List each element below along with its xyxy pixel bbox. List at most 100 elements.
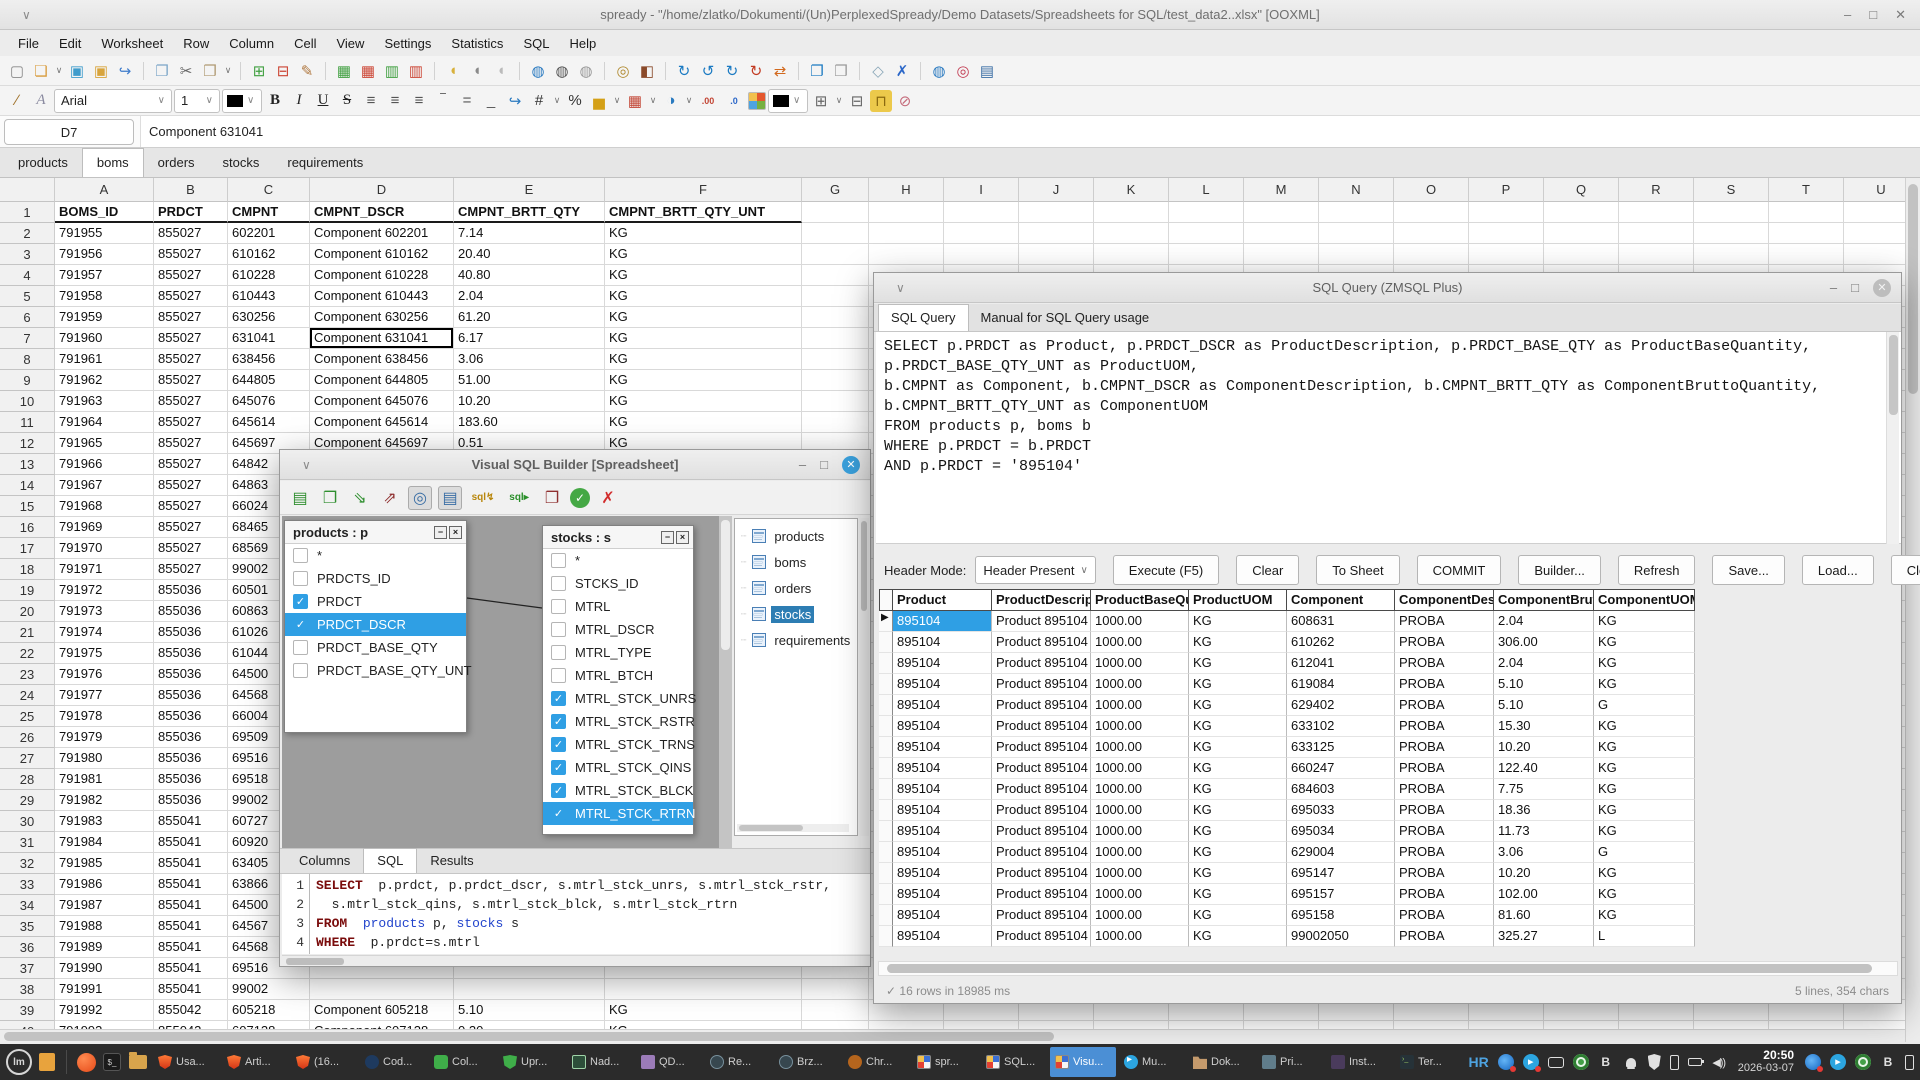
cell-C7[interactable]: 631041 (228, 328, 310, 349)
row-header-35[interactable]: 35 (0, 916, 55, 937)
cell-G8[interactable] (802, 349, 869, 370)
taskbar-window-Cod[interactable]: Cod... (360, 1047, 426, 1077)
cell-B33[interactable]: 855041 (154, 874, 228, 895)
duplicate-icon[interactable]: ❐ (806, 60, 828, 82)
row-header-12[interactable]: 12 (0, 433, 55, 454)
result-cell[interactable]: KG (1189, 842, 1287, 863)
result-cell[interactable]: 1000.00 (1091, 674, 1189, 695)
cell-B12[interactable]: 855027 (154, 433, 228, 454)
result-cell[interactable]: 1000.00 (1091, 800, 1189, 821)
import-table-icon[interactable]: ⇘ (348, 486, 372, 510)
shield-icon[interactable] (1648, 1054, 1661, 1070)
cell-E38[interactable] (454, 979, 605, 1000)
result-col-header[interactable]: ProductDescription (992, 589, 1091, 611)
cell-A36[interactable]: 791989 (55, 937, 154, 958)
cell-A29[interactable]: 791982 (55, 790, 154, 811)
result-cell[interactable]: 895104 (893, 863, 992, 884)
menu-edit[interactable]: Edit (49, 33, 91, 54)
vsb-code-scrollbar[interactable] (282, 955, 870, 966)
result-col-header[interactable]: ProductBaseQuantity (1091, 589, 1189, 611)
result-cell[interactable]: Product 895104 (992, 884, 1091, 905)
cell-O1[interactable] (1394, 202, 1469, 223)
cell-B38[interactable]: 855041 (154, 979, 228, 1000)
row-header-34[interactable]: 34 (0, 895, 55, 916)
cell-C2[interactable]: 602201 (228, 223, 310, 244)
tree-item-boms[interactable]: ┈boms (735, 549, 857, 575)
button-execute-f5-[interactable]: Execute (F5) (1113, 555, 1219, 585)
row-header-26[interactable]: 26 (0, 727, 55, 748)
col-header-S[interactable]: S (1694, 178, 1769, 202)
vsb-canvas-scrollbar[interactable] (719, 516, 732, 848)
taskbar-window-Nad[interactable]: Nad... (567, 1047, 633, 1077)
cell-A6[interactable]: 791959 (55, 307, 154, 328)
field-row-[interactable]: * (543, 549, 693, 572)
new-file-icon[interactable]: ▢ (6, 60, 28, 82)
cell-F1[interactable]: CMPNT_BRTT_QTY_UNT (605, 202, 802, 223)
cell-A34[interactable]: 791987 (55, 895, 154, 916)
cell-H1[interactable] (869, 202, 944, 223)
row-header-29[interactable]: 29 (0, 790, 55, 811)
cell-H3[interactable] (869, 244, 944, 265)
cell-B28[interactable]: 855036 (154, 769, 228, 790)
result-cell[interactable]: 1000.00 (1091, 737, 1189, 758)
row-header-33[interactable]: 33 (0, 874, 55, 895)
cell-F7[interactable]: KG (605, 328, 802, 349)
valign-middle-icon[interactable]: = (456, 90, 478, 112)
cell-A32[interactable]: 791985 (55, 853, 154, 874)
export-table-icon[interactable]: ⇗ (378, 486, 402, 510)
result-cell[interactable]: 610262 (1287, 632, 1395, 653)
result-cell[interactable]: KG (1594, 779, 1695, 800)
menu-cell[interactable]: Cell (284, 33, 326, 54)
keyboard-layout-indicator[interactable]: HR (1468, 1054, 1488, 1070)
menu-help[interactable]: Help (559, 33, 606, 54)
cell-P3[interactable] (1469, 244, 1544, 265)
paste-options-caret[interactable]: ∨ (223, 60, 233, 82)
taskbar-window-Brz[interactable]: Brz... (774, 1047, 840, 1077)
font-icon[interactable]: A (30, 90, 52, 112)
taskbar-window-Pri[interactable]: Pri... (1257, 1047, 1323, 1077)
cell-B26[interactable]: 855036 (154, 727, 228, 748)
header-mode-select[interactable]: Header Present∨ (975, 556, 1095, 584)
result-cell[interactable]: PROBA (1395, 758, 1494, 779)
panel-minimize-icon[interactable]: − (661, 531, 674, 544)
underline-icon[interactable]: U (312, 90, 334, 112)
cell-B24[interactable]: 855036 (154, 685, 228, 706)
valign-top-icon[interactable]: ‾ (432, 90, 454, 112)
result-cell[interactable]: 633102 (1287, 716, 1395, 737)
volume-icon[interactable]: ◀)) (1711, 1054, 1727, 1070)
result-cell[interactable]: 1000.00 (1091, 842, 1189, 863)
result-cell[interactable]: 7.75 (1494, 779, 1594, 800)
cell-C11[interactable]: 645614 (228, 412, 310, 433)
result-cell[interactable]: PROBA (1395, 632, 1494, 653)
cell-D6[interactable]: Component 630256 (310, 307, 454, 328)
cell-A4[interactable]: 791957 (55, 265, 154, 286)
cell-E11[interactable]: 183.60 (454, 412, 605, 433)
button-commit[interactable]: COMMIT (1417, 555, 1502, 585)
cell-F5[interactable]: KG (605, 286, 802, 307)
cell-B15[interactable]: 855027 (154, 496, 228, 517)
cell-D9[interactable]: Component 644805 (310, 370, 454, 391)
cancel-icon[interactable]: ✗ (596, 486, 620, 510)
cell-F6[interactable]: KG (605, 307, 802, 328)
result-cell[interactable]: PROBA (1395, 653, 1494, 674)
checkbox-unchecked[interactable] (293, 548, 308, 563)
field-row-PRDCT[interactable]: ✓PRDCT (285, 590, 466, 613)
cell-M1[interactable] (1244, 202, 1319, 223)
result-cell[interactable]: KG (1189, 905, 1287, 926)
cell-D5[interactable]: Component 610443 (310, 286, 454, 307)
cell-J40[interactable] (1019, 1021, 1094, 1029)
cell-B23[interactable]: 855036 (154, 664, 228, 685)
result-cell[interactable]: PROBA (1395, 842, 1494, 863)
cell-B21[interactable]: 855036 (154, 622, 228, 643)
checkbox-checked[interactable]: ✓ (551, 737, 566, 752)
cell-B17[interactable]: 855027 (154, 538, 228, 559)
result-cell[interactable]: G (1594, 842, 1695, 863)
menu-settings[interactable]: Settings (374, 33, 441, 54)
row-header-36[interactable]: 36 (0, 937, 55, 958)
row-header-39[interactable]: 39 (0, 1000, 55, 1021)
cell-D10[interactable]: Component 645076 (310, 391, 454, 412)
align-center-icon[interactable]: ≡ (384, 90, 406, 112)
cell-G39[interactable] (802, 1000, 869, 1021)
cell-B32[interactable]: 855041 (154, 853, 228, 874)
result-cell[interactable]: Product 895104 (992, 653, 1091, 674)
